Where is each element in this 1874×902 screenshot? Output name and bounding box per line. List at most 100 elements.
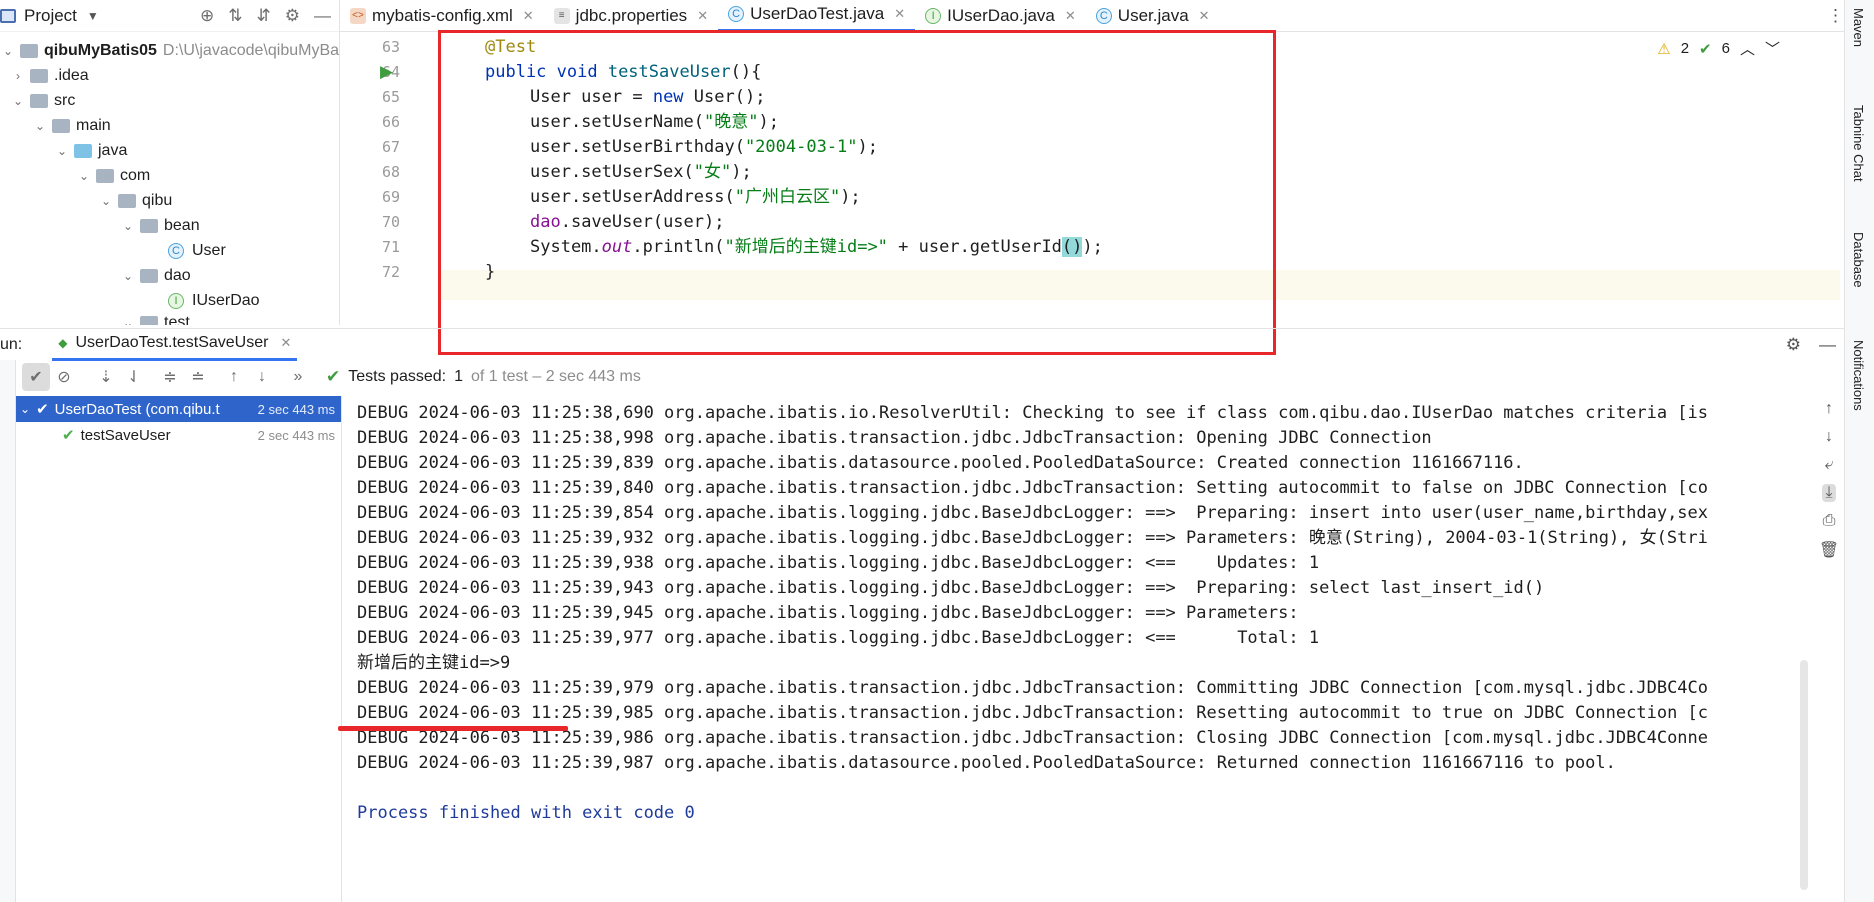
tree-item-label: .idea: [54, 66, 89, 84]
locate-icon[interactable]: ⊕: [200, 6, 214, 26]
chevron-down-icon[interactable]: ⌄: [32, 119, 48, 133]
tabnine-tool-button[interactable]: Tabnine Chat: [1851, 105, 1866, 182]
scroll-to-end-icon[interactable]: ⤓: [1822, 484, 1836, 502]
close-icon[interactable]: ✕: [697, 8, 708, 24]
tree-item-dao[interactable]: ⌄ dao: [120, 263, 191, 288]
maven-tool-button[interactable]: Maven: [1851, 8, 1866, 47]
soft-wrap-icon[interactable]: ⤶: [1825, 456, 1834, 474]
interface-icon: I: [925, 7, 942, 24]
keyword: new: [652, 87, 684, 107]
chevron-up-icon[interactable]: ︿: [1740, 38, 1755, 59]
close-icon[interactable]: ✕: [1065, 8, 1076, 24]
chevron-down-icon[interactable]: ⌄: [54, 144, 70, 158]
tab-userdaotest[interactable]: C UserDaoTest.java ✕: [718, 0, 916, 32]
chevron-down-icon[interactable]: ﹀: [1765, 38, 1780, 59]
chevron-down-icon[interactable]: ⌄: [10, 94, 26, 108]
class-icon: C: [1095, 7, 1112, 24]
tree-item-user[interactable]: C User: [164, 238, 226, 263]
console-output[interactable]: DEBUG 2024-06-03 11:25:38,690 org.apache…: [342, 396, 1812, 902]
tree-item-bean[interactable]: ⌄ bean: [120, 213, 200, 238]
tab-jdbc-properties[interactable]: ≡ jdbc.properties ✕: [544, 0, 718, 32]
chevron-down-icon[interactable]: ⌄: [120, 219, 136, 233]
package-icon: [140, 218, 158, 233]
next-failed-icon[interactable]: ↓: [248, 363, 276, 391]
inspection-status[interactable]: ⚠ 2 ✔ 6 ︿ ﹀: [1657, 38, 1780, 59]
tree-item-java[interactable]: ⌄ java: [54, 138, 127, 163]
tab-label: User.java: [1117, 5, 1189, 25]
current-line-highlight: [440, 270, 1840, 300]
warning-count: 2: [1680, 40, 1690, 57]
gear-icon[interactable]: ⚙: [1786, 335, 1801, 355]
code-text: (){: [730, 62, 762, 82]
tab-mybatis-config[interactable]: <> mybatis-config.xml ✕: [340, 0, 544, 32]
tab-user[interactable]: C User.java ✕: [1086, 0, 1220, 32]
folder-icon: [30, 68, 48, 83]
arrow-up-icon[interactable]: ↑: [1825, 400, 1833, 418]
close-icon[interactable]: ✕: [280, 335, 291, 351]
chevron-down-icon[interactable]: ⌄: [20, 402, 30, 416]
show-ignored-button[interactable]: ⊘: [50, 363, 78, 391]
tree-item-qibu[interactable]: ⌄ qibu: [98, 188, 172, 213]
tab-label: jdbc.properties: [575, 5, 688, 25]
sort-duration-icon[interactable]: ⇃: [120, 363, 148, 391]
test-tree: ⌄ ✔ UserDaoTest (com.qibu.t 2 sec 443 ms…: [16, 396, 342, 902]
gear-icon[interactable]: ⚙: [285, 6, 300, 26]
test-case-row[interactable]: ✔ testSaveUser 2 sec 443 ms: [16, 422, 341, 448]
run-config-tab[interactable]: ◆ UserDaoTest.testSaveUser ✕: [52, 329, 298, 361]
console-scrollbar[interactable]: [1800, 660, 1808, 890]
code-text: }: [485, 262, 496, 282]
project-path: D:\U\javacode\qibuMyBa: [162, 41, 340, 59]
code-editor[interactable]: 63 64 65 66 67 68 69 70 71 72 ▶ @Test pu…: [340, 32, 1840, 325]
notifications-tool-button[interactable]: Notifications: [1851, 340, 1866, 411]
tree-item-com[interactable]: ⌄ com: [76, 163, 150, 188]
tests-passed-count: 1: [454, 368, 463, 385]
chevron-down-icon[interactable]: ⌄: [0, 44, 16, 58]
collapse-all-icon[interactable]: ⇵: [257, 6, 271, 26]
sort-alpha-icon[interactable]: ⇣: [92, 363, 120, 391]
close-icon[interactable]: ✕: [894, 6, 905, 22]
tree-item-label: User: [192, 241, 226, 259]
chevron-down-icon[interactable]: ⌄: [76, 169, 92, 183]
tree-item-src[interactable]: ⌄ src: [10, 88, 75, 113]
expand-all-icon[interactable]: ⇅: [228, 6, 242, 26]
chevron-down-icon[interactable]: ⌄: [98, 194, 114, 208]
chevron-down-icon[interactable]: ⌄: [120, 316, 136, 326]
tab-iuserdao[interactable]: I IUserDao.java ✕: [915, 0, 1086, 32]
trash-icon[interactable]: 🗑: [1819, 540, 1839, 560]
tree-item-main[interactable]: ⌄ main: [32, 113, 111, 138]
database-tool-button[interactable]: Database: [1851, 232, 1866, 288]
chevron-right-icon[interactable]: ›: [10, 69, 26, 83]
project-title[interactable]: Project: [24, 6, 77, 26]
close-icon[interactable]: ✕: [1199, 8, 1210, 24]
print-icon[interactable]: ⎙: [1823, 512, 1836, 530]
minimize-icon[interactable]: —: [314, 6, 331, 26]
tab-label: UserDaoTest.java: [750, 4, 885, 23]
chevron-down-icon[interactable]: ⌄: [120, 269, 136, 283]
chevron-down-icon[interactable]: ▼: [87, 9, 99, 23]
static-field: out: [601, 237, 633, 257]
show-passed-button[interactable]: ✔: [22, 363, 50, 391]
test-suite-label: UserDaoTest (com.qibu.t: [54, 400, 220, 418]
brace-highlight: (): [1061, 237, 1083, 257]
field-reference: dao: [530, 212, 561, 232]
project-icon: [0, 8, 16, 23]
test-suite-row[interactable]: ⌄ ✔ UserDaoTest (com.qibu.t 2 sec 443 ms: [16, 396, 341, 422]
close-icon[interactable]: ✕: [523, 8, 534, 24]
tree-item-test[interactable]: ⌄ test: [120, 310, 190, 325]
tree-item-root[interactable]: ⌄ qibuMyBatis05 D:\U\javacode\qibuMyBa: [0, 38, 339, 63]
minimize-icon[interactable]: —: [1819, 335, 1836, 355]
run-panel-header: un: ◆ UserDaoTest.testSaveUser ✕ ⚙ —: [0, 328, 1844, 361]
run-test-gutter-icon[interactable]: ▶: [380, 62, 393, 82]
previous-failed-icon[interactable]: ↑: [220, 363, 248, 391]
string-literal: "广州白云区": [734, 187, 841, 207]
tree-item-idea[interactable]: › .idea: [10, 63, 89, 88]
project-panel: Project ▼ ⊕ ⇅ ⇵ ⚙ — ⌄ qibuMyBatis05 D:\U…: [0, 0, 340, 325]
tree-item-label: qibuMyBatis05: [44, 41, 157, 59]
expand-all-icon[interactable]: ≑: [156, 363, 184, 391]
editor-tabs: <> mybatis-config.xml ✕ ≡ jdbc.propertie…: [340, 0, 1874, 32]
arrow-down-icon[interactable]: ↓: [1825, 428, 1833, 446]
package-icon: [118, 193, 136, 208]
collapse-all-icon[interactable]: ≐: [184, 363, 212, 391]
more-icon[interactable]: »: [284, 363, 312, 391]
run-config-icon: ◆: [58, 336, 68, 350]
